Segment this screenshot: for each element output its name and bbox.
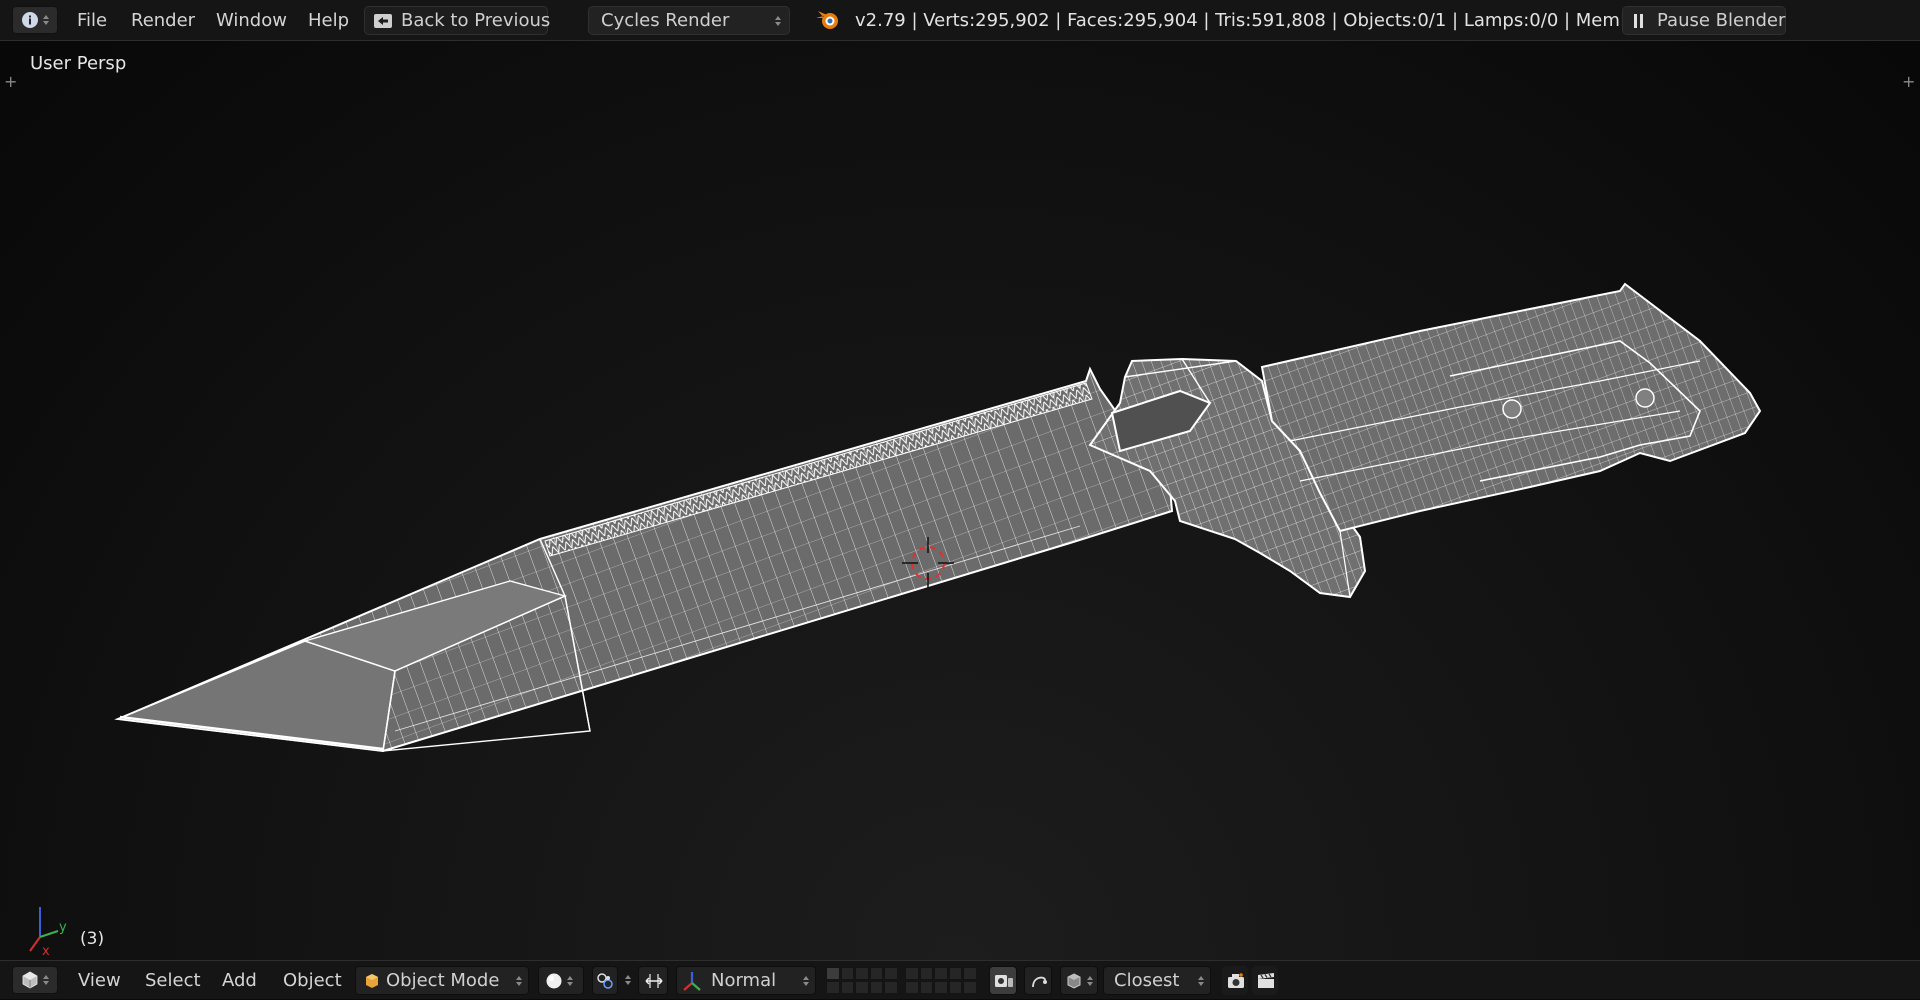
transform-axes-icon	[681, 970, 703, 992]
manipulator-icon	[644, 972, 664, 990]
snap-element-icon	[1065, 972, 1083, 990]
top-header: File Render Window Help Back to Previous…	[0, 0, 1920, 41]
info-editor-type-button[interactable]	[12, 6, 58, 34]
clapperboard-icon	[1256, 972, 1276, 990]
snap-target-label: Closest	[1114, 970, 1180, 991]
viewport-header: View Select Add Object Object Mode Norma…	[0, 960, 1920, 999]
interaction-mode-label: Object Mode	[386, 970, 500, 991]
transform-orientation-select[interactable]: Normal	[676, 966, 816, 995]
menu-file[interactable]: File	[77, 0, 107, 41]
scene-layers-group-1[interactable]	[826, 967, 898, 994]
3d-view-icon	[21, 971, 39, 989]
render-image-button[interactable]	[1222, 966, 1248, 995]
back-button-label: Back to Previous	[401, 10, 551, 31]
pause-icon	[1633, 13, 1645, 28]
info-icon	[21, 11, 39, 29]
render-animation-button[interactable]	[1252, 966, 1278, 995]
menu-add[interactable]: Add	[222, 961, 257, 1000]
menu-render[interactable]: Render	[131, 0, 195, 41]
snap-target-select[interactable]: Closest	[1103, 966, 1211, 995]
menu-help[interactable]: Help	[308, 0, 349, 41]
blade	[114, 366, 1174, 753]
menu-window[interactable]: Window	[216, 0, 287, 41]
pause-blender-button[interactable]: Pause Blender	[1622, 6, 1786, 35]
menu-view[interactable]: View	[78, 961, 121, 1000]
blender-logo-icon	[815, 9, 841, 31]
manipulator-toggle[interactable]	[638, 966, 668, 995]
snap-element-select[interactable]	[1060, 966, 1098, 995]
lock-camera-icon	[994, 972, 1014, 990]
axis-y-label: y	[59, 920, 67, 935]
editor-type-button[interactable]	[12, 966, 58, 994]
camera-icon	[1226, 972, 1246, 990]
3d-viewport[interactable]: User Persp + + y x (3)	[0, 41, 1920, 960]
scene-layers-group-2[interactable]	[905, 967, 977, 994]
transform-orientation-label: Normal	[711, 970, 777, 991]
render-engine-label: Cycles Render	[601, 10, 730, 31]
back-to-previous-button[interactable]: Back to Previous	[364, 6, 551, 35]
scene-statistics: v2.79 | Verts:295,902 | Faces:295,904 | …	[855, 10, 1694, 31]
pivot-point-select[interactable]	[592, 966, 618, 995]
proportional-edit-toggle[interactable]	[1024, 966, 1052, 995]
axis-x-label: x	[42, 944, 50, 957]
pivot-point-icon	[596, 972, 614, 990]
viewport-shading-select[interactable]	[538, 966, 584, 995]
object-mode-icon	[364, 973, 380, 989]
solid-shading-icon	[545, 972, 563, 990]
pause-button-label: Pause Blender	[1657, 10, 1786, 31]
knife-wireframe-mesh	[114, 282, 1762, 753]
proportional-edit-icon	[1030, 972, 1048, 990]
lock-layers-toggle[interactable]	[989, 966, 1017, 995]
active-layer-label: (3)	[80, 929, 105, 949]
menu-select[interactable]: Select	[145, 961, 201, 1000]
menu-object[interactable]: Object	[283, 961, 342, 1000]
interaction-mode-select[interactable]: Object Mode	[355, 966, 529, 995]
axis-orientation-widget: y x	[29, 907, 67, 957]
render-engine-select[interactable]: Cycles Render	[588, 6, 790, 35]
back-arrow-icon	[373, 13, 393, 29]
